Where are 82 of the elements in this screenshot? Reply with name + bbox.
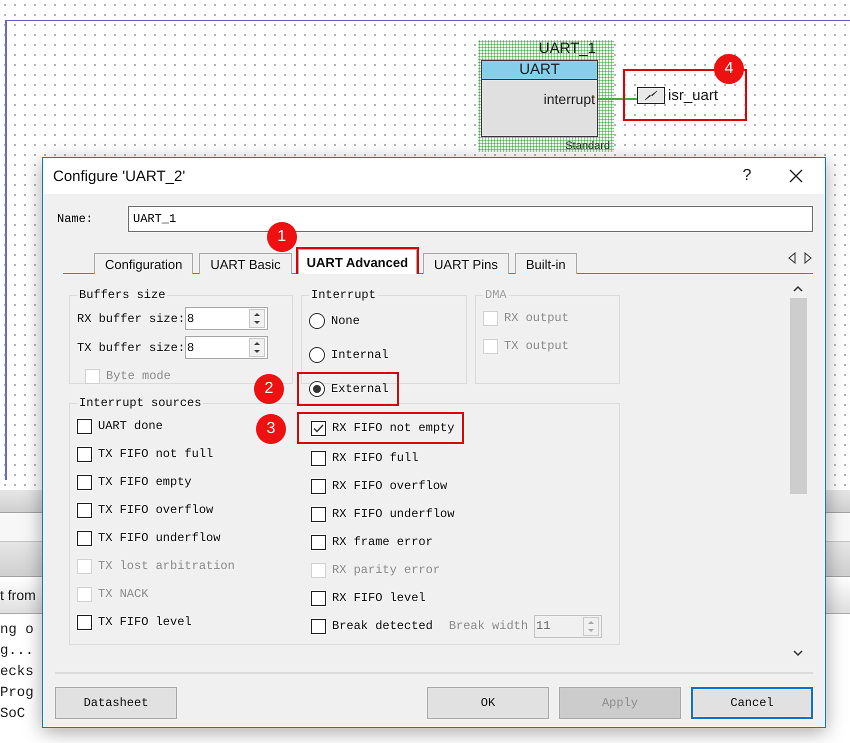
checkbox[interactable]	[311, 506, 326, 522]
checkbox-label: RX FIFO not empty	[332, 421, 454, 435]
annotation-badge: 1	[266, 222, 297, 252]
checkbox-label: TX lost arbitration	[98, 559, 235, 573]
checkbox[interactable]	[77, 614, 92, 630]
checkbox-label: RX FIFO level	[332, 591, 426, 605]
checkbox-label: RX FIFO underflow	[332, 507, 454, 521]
terminal-label: interrupt	[544, 91, 595, 107]
spinner-arrows-icon[interactable]	[249, 309, 266, 328]
tab[interactable]: Built-in	[514, 253, 577, 274]
help-button[interactable]: ?	[727, 160, 767, 192]
component-title: UART	[482, 61, 597, 80]
wire	[598, 98, 637, 100]
dialog-button[interactable]: OK	[427, 686, 549, 718]
scroll-down-icon[interactable]	[792, 648, 804, 658]
lightning-icon[interactable]	[637, 86, 665, 104]
tab-scroll-left-icon[interactable]	[787, 252, 797, 264]
radio-label: External	[331, 382, 389, 396]
checkbox-label: TX FIFO underflow	[98, 531, 220, 545]
group-title: DMA	[484, 288, 508, 302]
checkbox-label: TX FIFO not full	[98, 447, 214, 461]
checkbox-label: TX FIFO empty	[98, 475, 192, 489]
dialog-button[interactable]: Cancel	[691, 686, 813, 718]
scroll-up-icon[interactable]	[792, 284, 804, 294]
group-title: Interrupt	[310, 288, 377, 302]
close-icon	[789, 169, 803, 183]
panel-tab[interactable]: t from	[0, 587, 36, 603]
console-line: Prog	[0, 684, 34, 703]
checkbox-label: TX FIFO overflow	[98, 503, 214, 517]
group-title: Interrupt sources	[78, 396, 202, 410]
checkbox-label: RX FIFO overflow	[332, 479, 448, 493]
field-label: TX buffer size:	[77, 340, 186, 354]
checkbox[interactable]	[77, 502, 92, 518]
checkbox[interactable]	[311, 618, 326, 634]
checkbox[interactable]	[311, 450, 326, 466]
radio-button[interactable]	[309, 347, 325, 363]
tab[interactable]: UART Basic	[199, 253, 292, 274]
annotation-badge: 3	[256, 414, 286, 444]
checkbox-label: TX NACK	[98, 587, 148, 601]
number-field[interactable]: 8	[185, 307, 268, 330]
checkbox-label: TX FIFO level	[98, 615, 192, 629]
radio-button[interactable]	[309, 313, 325, 329]
checkbox[interactable]	[77, 474, 92, 490]
console-line: g...	[0, 642, 34, 661]
checkbox[interactable]	[311, 420, 326, 436]
radio-label: Internal	[331, 348, 389, 362]
checkbox[interactable]	[77, 446, 92, 462]
checkbox-label: TX output	[504, 339, 569, 353]
field-label: Break width	[448, 619, 528, 633]
console-line: ng o	[0, 621, 34, 640]
annotation-badge: 2	[254, 374, 284, 404]
component-label: isr_uart	[668, 86, 718, 104]
name-label: Name:	[57, 212, 94, 226]
checkbox-label: UART done	[98, 419, 163, 433]
checkbox-label: RX FIFO full	[332, 451, 418, 465]
checkbox[interactable]	[311, 534, 326, 550]
checkbox[interactable]	[311, 590, 326, 606]
checkbox-label: Byte mode	[106, 369, 171, 383]
radio-button[interactable]	[309, 381, 325, 397]
tab[interactable]: Configuration	[94, 253, 194, 274]
number-field[interactable]: 8	[185, 336, 268, 359]
checkbox[interactable]	[77, 418, 92, 434]
checkbox-label: RX output	[504, 311, 569, 325]
checkbox-label: RX frame error	[332, 535, 433, 549]
group-title: Buffers size	[78, 288, 166, 302]
spinner-arrows-icon[interactable]	[249, 338, 266, 357]
component-block[interactable]: UART interrupt	[481, 60, 598, 137]
checkbox[interactable]	[77, 530, 92, 546]
checkbox[interactable]	[311, 478, 326, 494]
tab-scroll-right-icon[interactable]	[803, 252, 813, 264]
tab[interactable]: UART Advanced	[298, 249, 418, 274]
dialog-button[interactable]: Datasheet	[55, 686, 177, 718]
radio-label: None	[331, 314, 360, 328]
checkbox-label: Break detected	[332, 619, 433, 633]
tab[interactable]: UART Pins	[423, 253, 509, 274]
window-title: Configure 'UART_2'	[53, 168, 186, 184]
scrollbar-thumb[interactable]	[790, 298, 806, 494]
field-label: RX buffer size:	[77, 312, 186, 326]
annotation-badge: 4	[714, 54, 744, 84]
console-line: SoC	[0, 705, 26, 724]
console-line: ecks	[0, 663, 34, 682]
checkbox-label: RX parity error	[332, 563, 440, 577]
